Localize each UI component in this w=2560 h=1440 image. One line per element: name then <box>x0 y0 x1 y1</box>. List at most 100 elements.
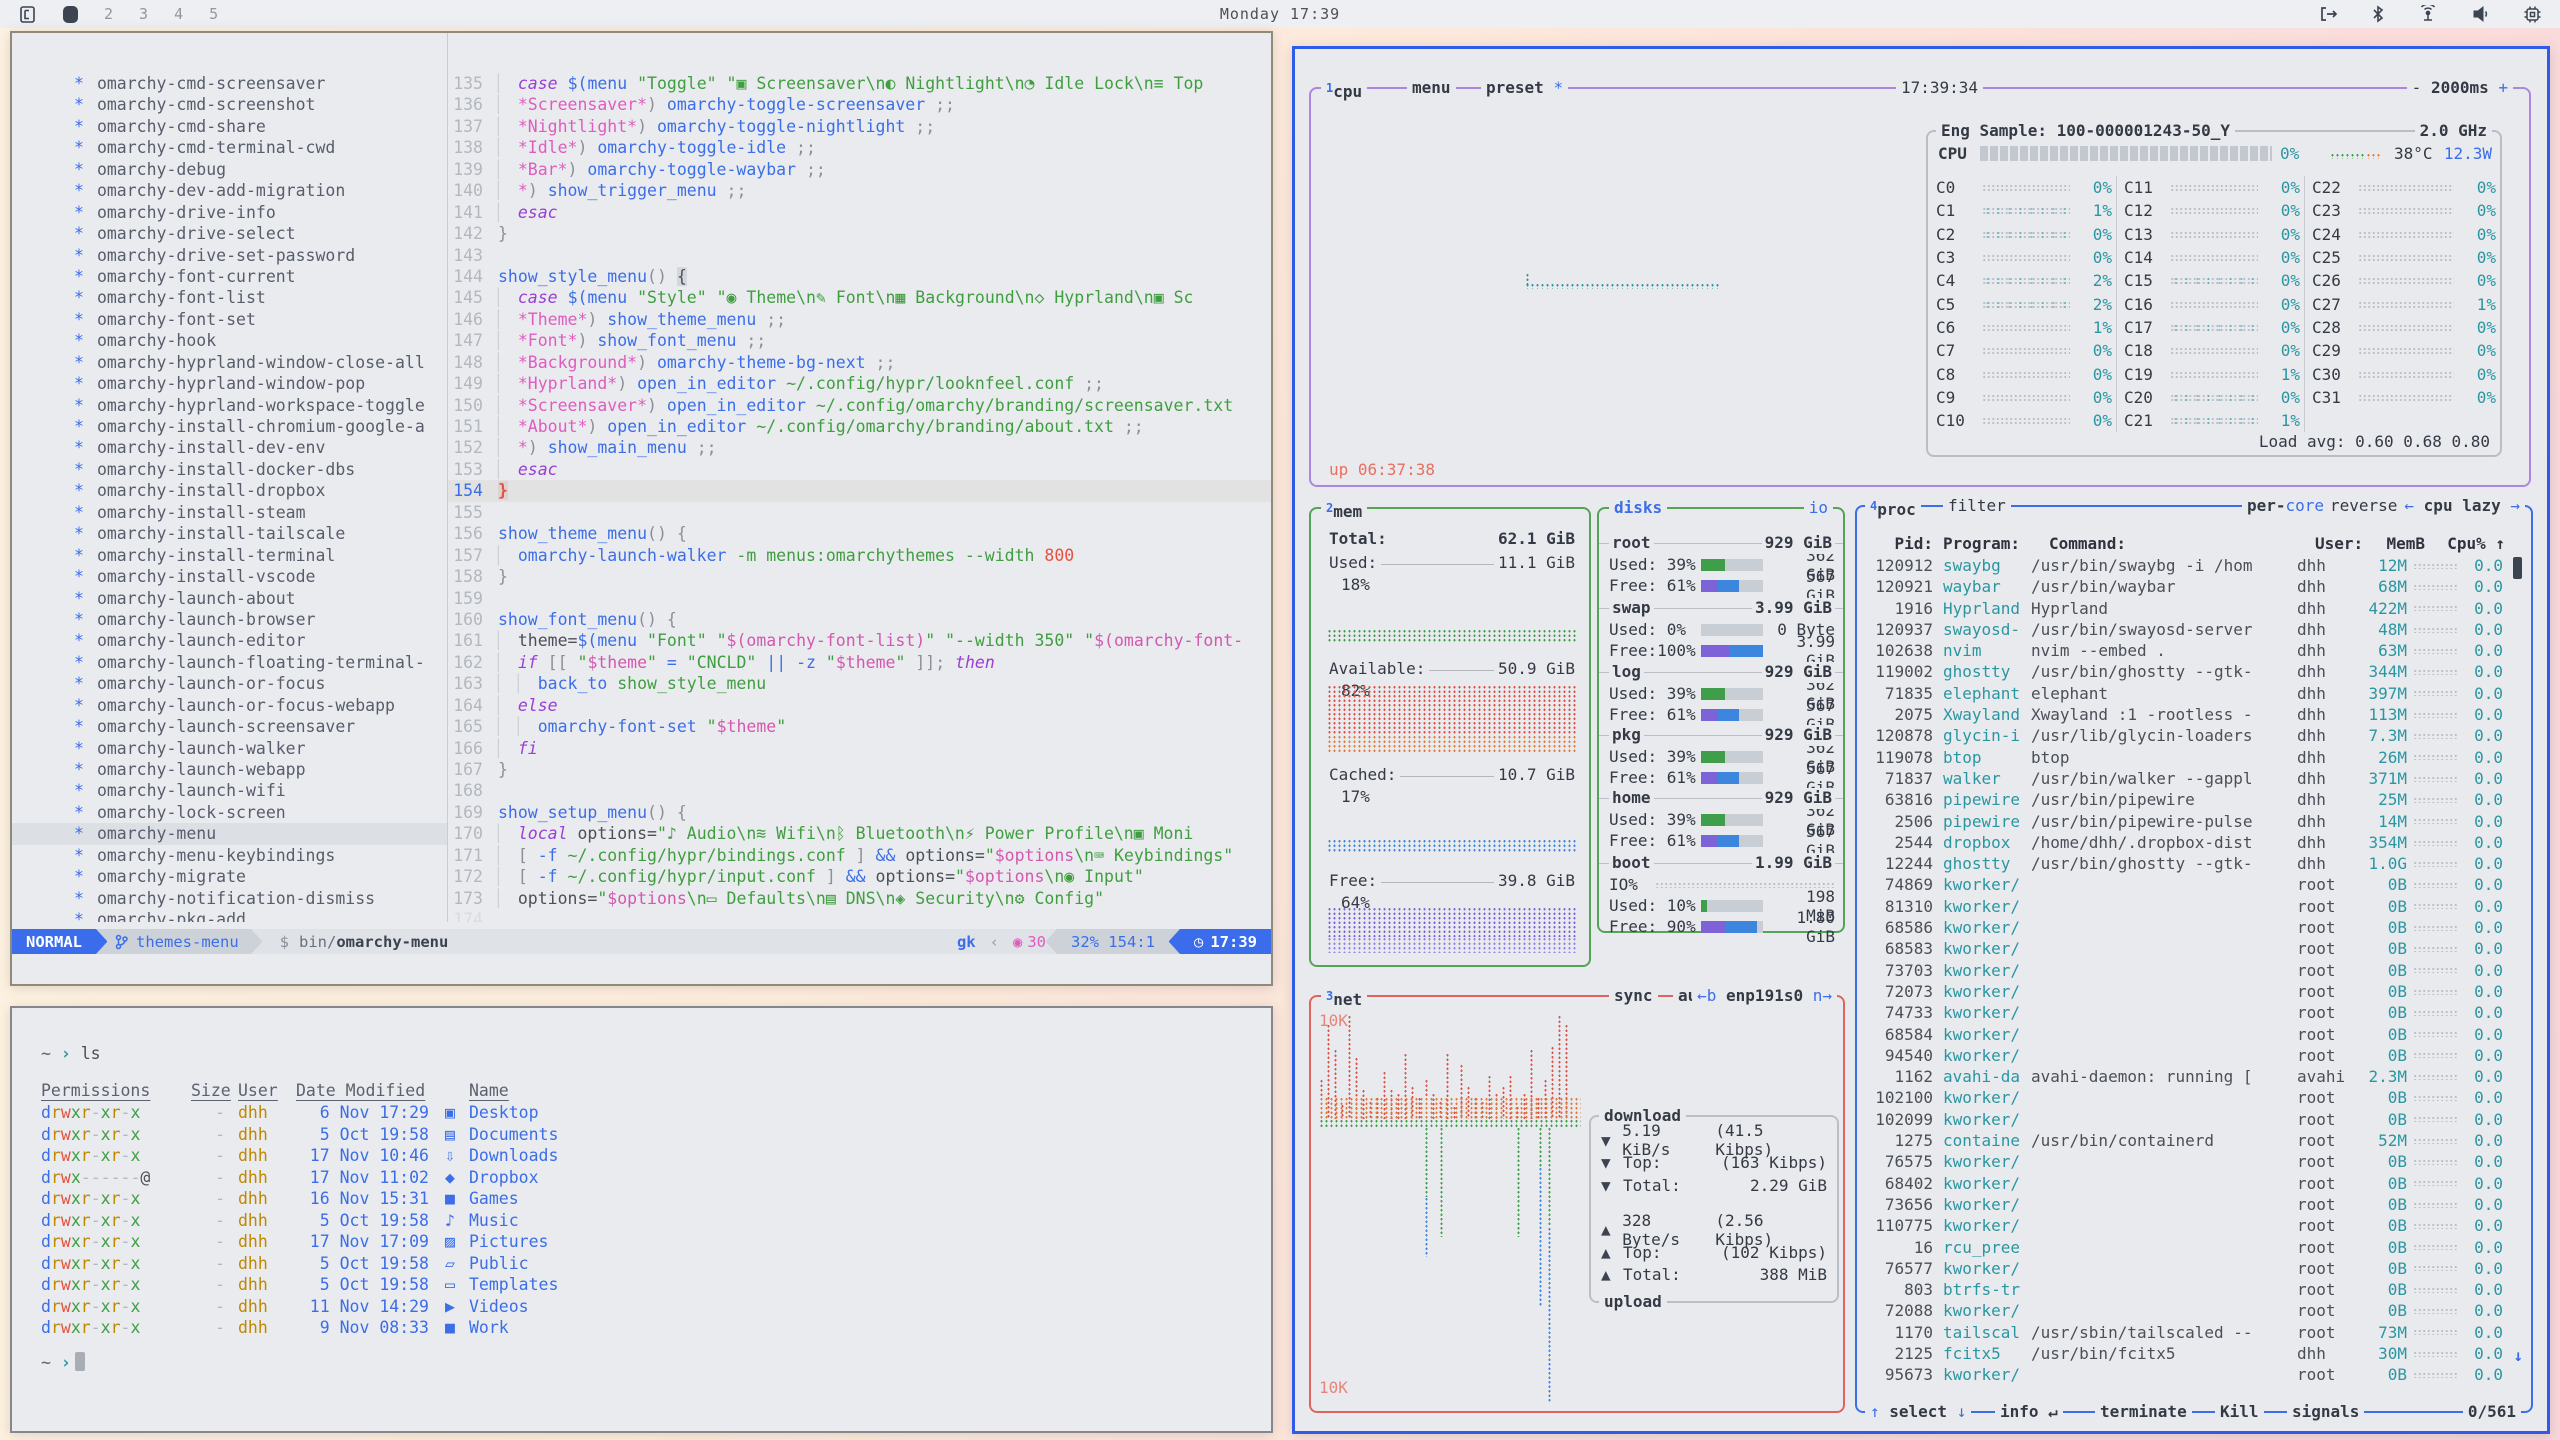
process-row[interactable]: 73656kworker/root0B0.0 <box>1857 1194 2505 1215</box>
process-row[interactable]: 68586kworker/root0B0.0 <box>1857 917 2505 938</box>
process-row[interactable]: 94540kworker/root0B0.0 <box>1857 1045 2505 1066</box>
file-item[interactable]: *omarchy-lock-screen <box>12 802 447 823</box>
workspace-3[interactable]: 3 <box>139 5 148 23</box>
process-row[interactable]: 1170tailscal/usr/sbin/tailscaled --root7… <box>1857 1322 2505 1343</box>
file-list[interactable]: *omarchy-cmd-screensaver*omarchy-cmd-scr… <box>12 73 447 922</box>
process-row[interactable]: 2125fcitx5/usr/bin/fcitx5dhh30M0.0 <box>1857 1343 2505 1364</box>
process-row[interactable]: 803btrfs-trroot0B0.0 <box>1857 1279 2505 1300</box>
process-row[interactable]: 81310kworker/root0B0.0 <box>1857 896 2505 917</box>
file-item[interactable]: *omarchy-hyprland-window-close-all <box>12 352 447 373</box>
net-interface[interactable]: ←b enp191s0 n→ <box>1692 985 1837 1007</box>
file-item[interactable]: *omarchy-launch-or-focus <box>12 673 447 694</box>
file-item[interactable]: *omarchy-font-set <box>12 309 447 330</box>
disks-box-title[interactable]: disks <box>1609 497 1667 519</box>
file-item[interactable]: *omarchy-dev-add-migration <box>12 180 447 201</box>
file-item[interactable]: *omarchy-drive-info <box>12 202 447 223</box>
process-row[interactable]: 120921waybar/usr/bin/waybardhh68M0.0 <box>1857 576 2505 597</box>
file-item[interactable]: *omarchy-launch-or-focus-webapp <box>12 695 447 716</box>
file-item[interactable]: *omarchy-drive-set-password <box>12 245 447 266</box>
git-branch-segment[interactable]: themes-menu <box>107 929 251 954</box>
net-box-title[interactable]: 3net <box>1321 985 1367 1011</box>
process-row[interactable]: 71835elephantelephantdhh397M0.0 <box>1857 683 2505 704</box>
workspace-5[interactable]: 5 <box>209 5 218 23</box>
kill-button[interactable]: Kill <box>2215 1401 2264 1423</box>
file-item[interactable]: *omarchy-pkg-add <box>12 909 447 922</box>
file-item[interactable]: *omarchy-cmd-screenshot <box>12 94 447 115</box>
process-row[interactable]: 71837walker/usr/bin/walker --gappldhh371… <box>1857 768 2505 789</box>
filter-button[interactable]: filter <box>1943 495 2011 517</box>
workspace-4[interactable]: 4 <box>174 5 183 23</box>
process-row[interactable]: 63816pipewire/usr/bin/pipewiredhh25M0.0 <box>1857 789 2505 810</box>
file-item[interactable]: *omarchy-launch-browser <box>12 609 447 630</box>
volume-icon[interactable] <box>2471 5 2491 23</box>
signals-button[interactable]: signals <box>2287 1401 2364 1423</box>
file-item[interactable]: *omarchy-launch-walker <box>12 738 447 759</box>
process-row[interactable]: 68402kworker/root0B0.0 <box>1857 1173 2505 1194</box>
process-row[interactable]: 74869kworker/root0B0.0 <box>1857 874 2505 895</box>
shell-prompt-empty[interactable]: ~ › <box>41 1352 85 1372</box>
info-button[interactable]: info ↵ <box>1995 1401 2063 1423</box>
preset-button[interactable]: preset * <box>1481 77 1568 99</box>
file-item[interactable]: *omarchy-launch-webapp <box>12 759 447 780</box>
reverse-toggle[interactable]: reverse <box>2325 495 2402 517</box>
process-row[interactable]: 74733kworker/root0B0.0 <box>1857 1002 2505 1023</box>
file-item[interactable]: *omarchy-cmd-terminal-cwd <box>12 137 447 158</box>
process-row[interactable]: 110775kworker/root0B0.0 <box>1857 1215 2505 1236</box>
file-item[interactable]: *omarchy-install-chromium-google-a <box>12 416 447 437</box>
file-item[interactable]: *omarchy-font-list <box>12 287 447 308</box>
file-item[interactable]: *omarchy-debug <box>12 159 447 180</box>
process-row[interactable]: 120878glycin-i/usr/lib/glycin-loadersdhh… <box>1857 725 2505 746</box>
workspace-overview-icon[interactable] <box>18 5 37 24</box>
file-item[interactable]: *omarchy-notification-dismiss <box>12 888 447 909</box>
chip-icon[interactable] <box>2523 5 2542 24</box>
proc-scrollbar-thumb[interactable] <box>2513 557 2522 579</box>
bluetooth-icon[interactable] <box>2371 5 2385 23</box>
process-row[interactable]: 2506pipewire/usr/bin/pipewire-pulsedhh14… <box>1857 811 2505 832</box>
file-item[interactable]: *omarchy-install-tailscale <box>12 523 447 544</box>
file-item[interactable]: *omarchy-migrate <box>12 866 447 887</box>
workspace-2[interactable]: 2 <box>104 5 113 23</box>
process-row[interactable]: 102099kworker/root0B0.0 <box>1857 1109 2505 1130</box>
file-item[interactable]: *omarchy-cmd-screensaver <box>12 73 447 94</box>
file-item[interactable]: *omarchy-launch-about <box>12 588 447 609</box>
process-row[interactable]: 68584kworker/root0B0.0 <box>1857 1024 2505 1045</box>
btop-window[interactable]: 1cpu menu preset * 17:39:34 - 2000ms + u… <box>1292 46 2550 1434</box>
cpu-box-title[interactable]: 1cpu <box>1321 77 1367 103</box>
file-item[interactable]: *omarchy-install-terminal <box>12 545 447 566</box>
editor-window[interactable]: *omarchy-cmd-screensaver*omarchy-cmd-scr… <box>10 31 1273 986</box>
process-row[interactable]: 120912swaybg/usr/bin/swaybg -i /homdhh12… <box>1857 555 2505 576</box>
process-row[interactable]: 119002ghostty/usr/bin/ghostty --gtk-dhh3… <box>1857 661 2505 682</box>
file-item[interactable]: *omarchy-menu <box>12 823 447 844</box>
file-item[interactable]: *omarchy-launch-editor <box>12 630 447 651</box>
file-item[interactable]: *omarchy-install-dropbox <box>12 480 447 501</box>
process-row[interactable]: 12244ghostty/usr/bin/ghostty --gtk-dhh1.… <box>1857 853 2505 874</box>
file-item[interactable]: *omarchy-cmd-share <box>12 116 447 137</box>
terminal-window[interactable]: ~ › ls Permissions Size User Date Modifi… <box>10 1006 1273 1433</box>
process-row[interactable]: 2075XwaylandXwayland :1 -rootless -dhh11… <box>1857 704 2505 725</box>
select-keys[interactable]: ↑ select ↓ <box>1865 1401 1971 1423</box>
logout-icon[interactable] <box>2319 5 2339 23</box>
code-pane[interactable]: 135▏ case $(menu "Toggle" "▣ Screensaver… <box>448 73 1271 922</box>
terminate-button[interactable]: terminate <box>2095 1401 2192 1423</box>
refresh-interval[interactable]: - 2000ms + <box>2407 77 2513 99</box>
process-row[interactable]: 95673kworker/root0B0.0 <box>1857 1364 2505 1385</box>
file-item[interactable]: *omarchy-hook <box>12 330 447 351</box>
per-core-toggle[interactable]: per-core <box>2242 495 2329 517</box>
file-item[interactable]: *omarchy-install-dev-env <box>12 437 447 458</box>
process-row[interactable]: 120937swayosd-/usr/bin/swayosd-serverdhh… <box>1857 619 2505 640</box>
process-row[interactable]: 72088kworker/root0B0.0 <box>1857 1300 2505 1321</box>
process-row[interactable]: 1916HyprlandHyprlanddhh422M0.0 <box>1857 598 2505 619</box>
proc-box-title[interactable]: 4proc <box>1865 495 1921 521</box>
workspace-active-indicator[interactable] <box>63 6 78 23</box>
process-row[interactable]: 102638nvimnvim --embed .dhh63M0.0 <box>1857 640 2505 661</box>
file-item[interactable]: *omarchy-launch-wifi <box>12 780 447 801</box>
file-item[interactable]: *omarchy-install-vscode <box>12 566 447 587</box>
file-item[interactable]: *omarchy-install-steam <box>12 502 447 523</box>
process-row[interactable]: 76575kworker/root0B0.0 <box>1857 1151 2505 1172</box>
process-row[interactable]: 76577kworker/root0B0.0 <box>1857 1258 2505 1279</box>
file-item[interactable]: *omarchy-menu-keybindings <box>12 845 447 866</box>
file-item[interactable]: *omarchy-font-current <box>12 266 447 287</box>
process-row[interactable]: 72073kworker/root0B0.0 <box>1857 981 2505 1002</box>
net-sync-toggle[interactable]: sync <box>1609 985 1658 1007</box>
process-row[interactable]: 1162avahi-daavahi-daemon: running [avahi… <box>1857 1066 2505 1087</box>
